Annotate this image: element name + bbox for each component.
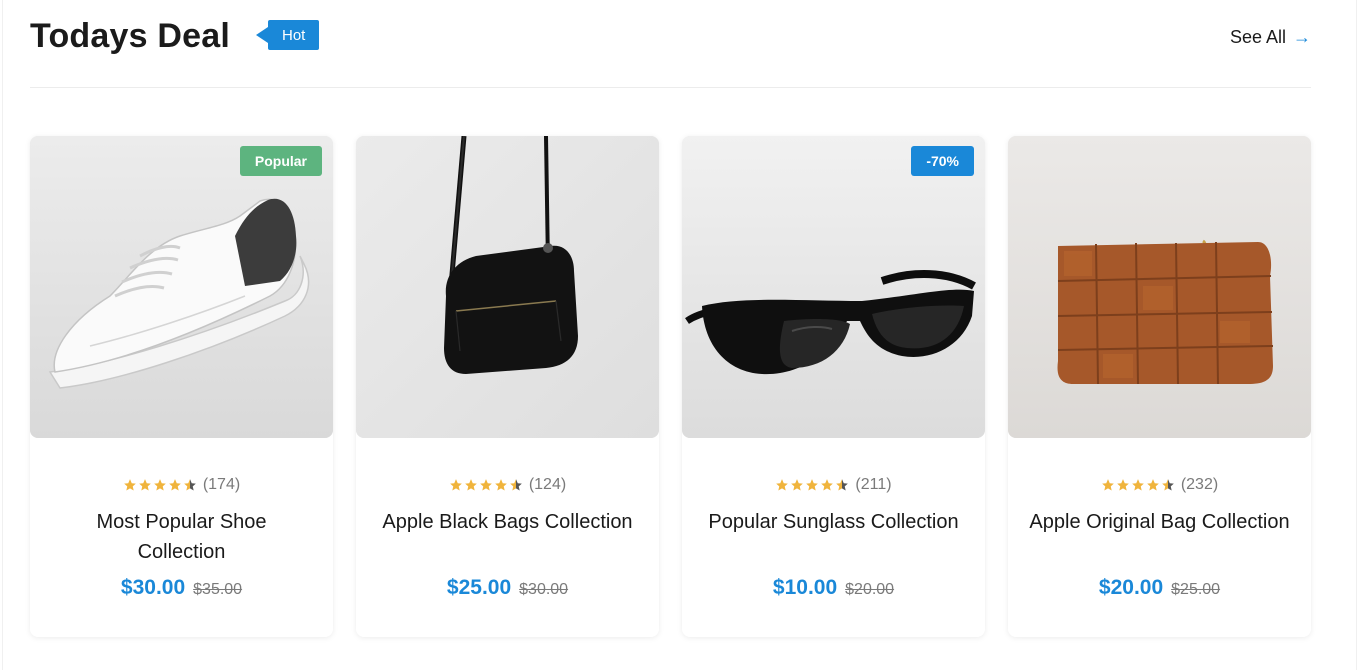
- price-row: $30.00 $35.00: [30, 576, 333, 600]
- star-rating-icons: [1101, 478, 1175, 492]
- arrow-right-icon: →: [1293, 27, 1311, 47]
- old-price: $25.00: [1171, 581, 1221, 598]
- section-header: Todays Deal Hot See All →: [30, 0, 1311, 88]
- see-all-label: See All: [1229, 27, 1286, 47]
- product-name[interactable]: Apple Original Bag Collection: [1028, 507, 1291, 537]
- see-all-link[interactable]: See All →: [1230, 27, 1311, 48]
- star-rating-icons: [775, 478, 849, 492]
- old-price: $30.00: [519, 581, 569, 598]
- hot-badge: Hot: [256, 20, 320, 50]
- product-image-black-sunglasses[interactable]: -70%: [682, 136, 985, 438]
- rating: (232): [1008, 476, 1311, 494]
- price-row: $10.00 $20.00: [682, 576, 985, 600]
- current-price: $10.00: [772, 576, 838, 599]
- rating: (174): [30, 476, 333, 494]
- product-image-black-crossbody-bag[interactable]: [356, 136, 659, 438]
- product-grid: Popular (174) Most Popular Shoe Collecti…: [30, 136, 1311, 638]
- review-count: (124): [528, 476, 567, 493]
- current-price: $20.00: [1098, 576, 1164, 599]
- product-card[interactable]: -70% (211) Popular Sunglass Collection $…: [682, 136, 985, 637]
- product-name[interactable]: Most Popular Shoe Collection: [50, 507, 313, 567]
- section-title: Todays Deal: [30, 17, 230, 55]
- old-price: $20.00: [845, 581, 895, 598]
- product-tag: Popular: [239, 146, 322, 176]
- review-count: (174): [202, 476, 241, 493]
- product-card[interactable]: Popular (174) Most Popular Shoe Collecti…: [30, 136, 333, 637]
- star-rating-icons: [449, 478, 523, 492]
- current-price: $30.00: [120, 576, 186, 599]
- product-card[interactable]: (124) Apple Black Bags Collection $25.00…: [356, 136, 659, 637]
- current-price: $25.00: [446, 576, 512, 599]
- product-tag: -70%: [911, 146, 974, 176]
- review-count: (232): [1180, 476, 1219, 493]
- product-image-brown-woven-tote-bag[interactable]: [1008, 136, 1311, 438]
- rating: (211): [682, 476, 985, 494]
- review-count: (211): [855, 476, 892, 493]
- star-rating-icons: [123, 478, 197, 492]
- rating: (124): [356, 476, 659, 494]
- badge-pointer: [256, 27, 268, 43]
- price-row: $20.00 $25.00: [1008, 576, 1311, 600]
- hot-badge-label: Hot: [268, 20, 320, 50]
- product-name[interactable]: Popular Sunglass Collection: [702, 507, 965, 537]
- product-name[interactable]: Apple Black Bags Collection: [376, 507, 639, 537]
- product-image-white-sneaker[interactable]: Popular: [30, 136, 333, 438]
- price-row: $25.00 $30.00: [356, 576, 659, 600]
- product-card[interactable]: (232) Apple Original Bag Collection $20.…: [1008, 136, 1311, 637]
- old-price: $35.00: [193, 581, 243, 598]
